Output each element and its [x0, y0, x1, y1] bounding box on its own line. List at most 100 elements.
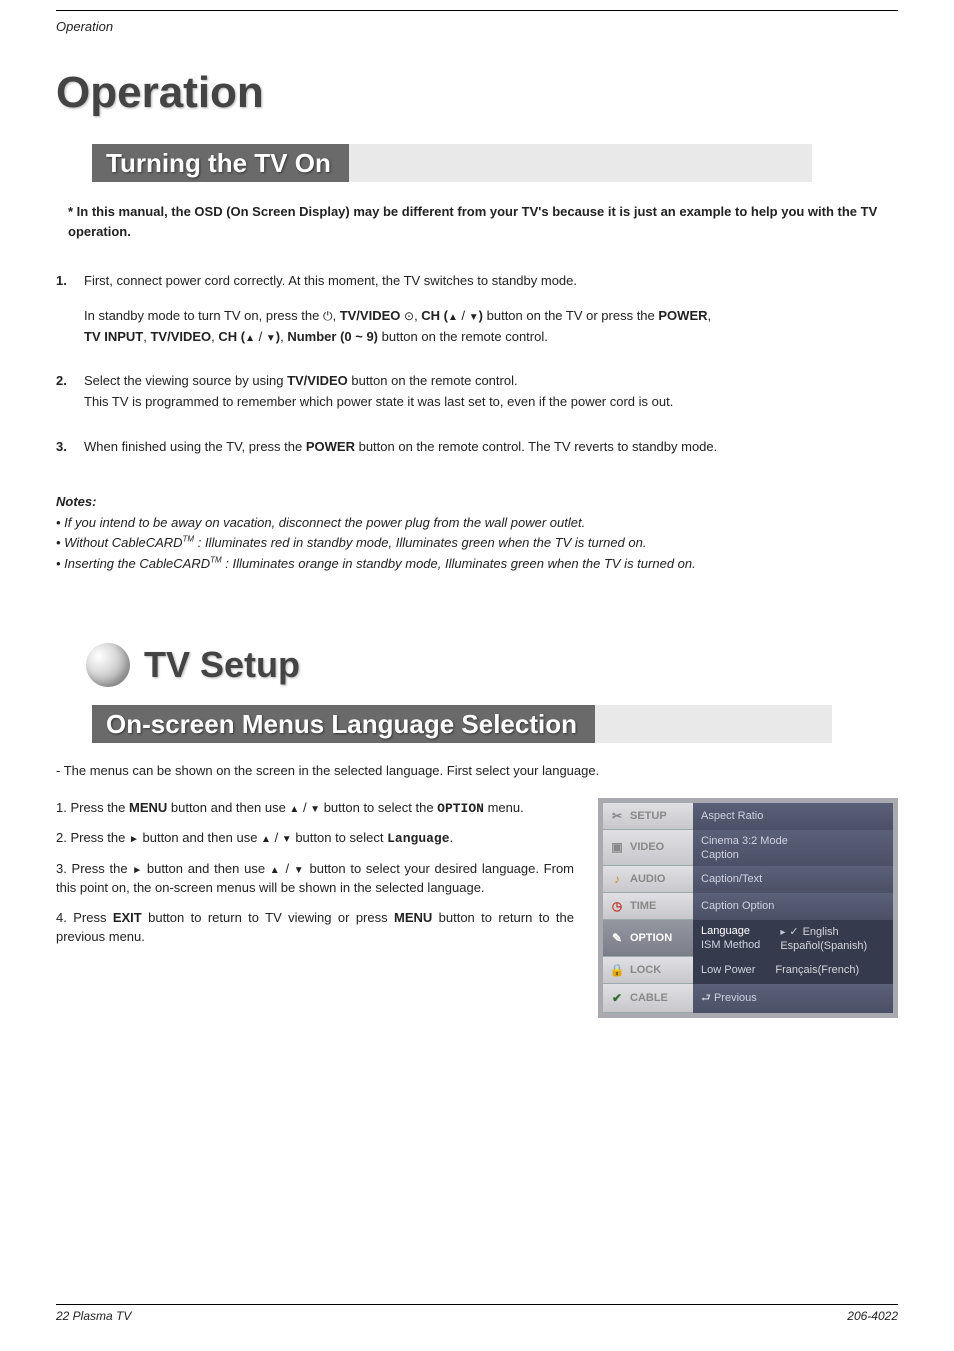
audio-icon: ♪ — [609, 871, 625, 887]
arrow-icon: ⮐ — [701, 992, 711, 1004]
arrow-down-icon — [310, 800, 320, 815]
osd-tab-video[interactable]: ▣VIDEO — [603, 830, 693, 866]
osd-lang-spanish: Español(Spanish) — [780, 939, 867, 953]
bstep-4: 4. Press EXIT button to return to TV vie… — [56, 908, 574, 947]
arrow-down-icon — [294, 861, 305, 876]
tvinput-label: TV INPUT — [84, 329, 143, 344]
check-icon — [789, 926, 802, 938]
osd-lang-french: Français(French) — [775, 963, 859, 977]
arrow-down-icon — [282, 830, 292, 845]
osd-row-video: ▣VIDEO Cinema 3:2 Mode Caption — [603, 830, 893, 866]
osd-row-lock: 🔒LOCK Low Power Français(French) — [603, 957, 893, 984]
arrow-up-icon — [270, 861, 281, 876]
osd-tab-time[interactable]: ◷TIME — [603, 893, 693, 920]
note-1: • If you intend to be away on vacation, … — [56, 513, 898, 534]
osd-body-4: Caption Option — [693, 893, 893, 920]
osd-tab-setup[interactable]: ✂SETUP — [603, 803, 693, 830]
footer-right: 206-4022 — [847, 1309, 898, 1323]
arrow-down-icon — [469, 308, 479, 323]
arrow-up-icon — [245, 329, 255, 344]
dot-icon — [404, 308, 414, 323]
step-1-line-1: First, connect power cord correctly. At … — [84, 271, 898, 292]
osd-tab-option[interactable]: ✎OPTION — [603, 920, 693, 957]
note-2: • Without CableCARDTM : Illuminates red … — [56, 533, 898, 554]
lock-icon: 🔒 — [609, 962, 625, 978]
section-bar-2: On-screen Menus Language Selection — [92, 705, 832, 743]
step-2: 2. Select the viewing source by using TV… — [56, 371, 898, 413]
steps-b: 1. Press the MENU button and then use / … — [56, 798, 574, 957]
osd-body-1: Aspect Ratio — [693, 803, 893, 830]
video-icon: ▣ — [609, 839, 625, 855]
page-title: Operation — [56, 68, 898, 118]
bstep-2: 2. Press the button and then use / butto… — [56, 828, 574, 849]
top-label: Operation — [56, 10, 898, 34]
osd-language: Language — [701, 924, 760, 938]
sub-note: - The menus can be shown on the screen i… — [56, 763, 898, 778]
step-2-line-2: This TV is programmed to remember which … — [84, 392, 898, 413]
osd-cinema: Cinema 3:2 Mode — [701, 834, 885, 848]
tvvideo-label: TV/VIDEO — [340, 308, 401, 323]
osd-tab-cable[interactable]: ✔CABLE — [603, 984, 693, 1013]
step-1-line-2: In standby mode to turn TV on, press the… — [84, 306, 898, 327]
osd-aspect: Aspect Ratio — [701, 809, 885, 823]
osd-body-3: Caption/Text — [693, 866, 893, 893]
tm-icon: TM — [210, 556, 222, 565]
notes-heading: Notes: — [56, 492, 898, 513]
step-1-line-3: TV INPUT, TV/VIDEO, CH ( / ), Number (0 … — [84, 327, 898, 348]
intro-note: * In this manual, the OSD (On Screen Dis… — [68, 202, 898, 241]
osd-body-5: Language ISM Method English Español(Span… — [693, 920, 893, 957]
arrow-up-icon — [448, 308, 458, 323]
osd-body-7: ⮐ Previous — [693, 984, 893, 1013]
osd-tab-audio[interactable]: ♪AUDIO — [603, 866, 693, 893]
osd-row-time: ◷TIME Caption Option — [603, 893, 893, 920]
arrow-down-icon — [266, 329, 276, 344]
osd-captionoption: Caption Option — [701, 899, 885, 913]
setup-icon: ✂ — [609, 808, 625, 824]
step-2-line-1: Select the viewing source by using TV/VI… — [84, 371, 898, 392]
osd-row-setup: ✂SETUP Aspect Ratio — [603, 803, 893, 830]
osd-caption: Caption — [701, 848, 885, 862]
triangle-icon — [780, 926, 789, 938]
bstep-1: 1. Press the MENU button and then use / … — [56, 798, 574, 819]
header-section: Operation — [56, 19, 113, 34]
step-num-1: 1. — [56, 271, 74, 347]
arrow-up-icon — [289, 800, 299, 815]
footer-left: 22 Plasma TV — [56, 1309, 131, 1323]
osd-body-2: Cinema 3:2 Mode Caption — [693, 830, 893, 866]
osd-ism: ISM Method — [701, 938, 760, 952]
osd-screenshot: ✂SETUP Aspect Ratio ▣VIDEO Cinema 3:2 Mo… — [598, 798, 898, 1018]
tm-icon: TM — [183, 535, 195, 544]
step-1-body: First, connect power cord correctly. At … — [84, 271, 898, 347]
footer: 22 Plasma TV 206-4022 — [56, 1304, 898, 1323]
notes-block: Notes: • If you intend to be away on vac… — [56, 492, 898, 575]
ch-label: CH ( — [421, 308, 448, 323]
step-1: 1. First, connect power cord correctly. … — [56, 271, 898, 347]
bstep-3: 3. Press the button and then use / butto… — [56, 859, 574, 898]
top-rule — [56, 10, 898, 11]
osd-lang-english: English — [780, 924, 867, 939]
step-3-body: When finished using the TV, press the PO… — [84, 437, 898, 458]
osd-tab-lock[interactable]: 🔒LOCK — [603, 957, 693, 984]
osd-previous: ⮐ Previous — [701, 988, 885, 1009]
option-icon: ✎ — [609, 930, 625, 946]
two-col: 1. Press the MENU button and then use / … — [56, 798, 898, 1018]
step-2-body: Select the viewing source by using TV/VI… — [84, 371, 898, 413]
arrow-right-icon — [129, 830, 139, 845]
step-num-3: 3. — [56, 437, 74, 458]
osd-row-audio: ♪AUDIO Caption/Text — [603, 866, 893, 893]
osd-body-6: Low Power Français(French) — [693, 957, 893, 984]
language-bold: Language — [387, 831, 449, 846]
note-3: • Inserting the CableCARDTM : Illuminate… — [56, 554, 898, 575]
osd-row-cable: ✔CABLE ⮐ Previous — [603, 984, 893, 1013]
page: Operation Operation Turning the TV On * … — [0, 0, 954, 1351]
step-3: 3. When finished using the TV, press the… — [56, 437, 898, 458]
number-label: Number (0 ~ 9) — [287, 329, 378, 344]
arrow-right-icon — [132, 861, 142, 876]
tv-setup-header: TV Setup — [86, 643, 898, 687]
option-label: OPTION — [437, 801, 484, 816]
osd-row-option: ✎OPTION Language ISM Method English Espa… — [603, 920, 893, 957]
section-bar-2-label: On-screen Menus Language Selection — [92, 705, 595, 743]
time-icon: ◷ — [609, 898, 625, 914]
tv-setup-title: TV Setup — [144, 644, 300, 686]
cable-icon: ✔ — [609, 990, 625, 1006]
